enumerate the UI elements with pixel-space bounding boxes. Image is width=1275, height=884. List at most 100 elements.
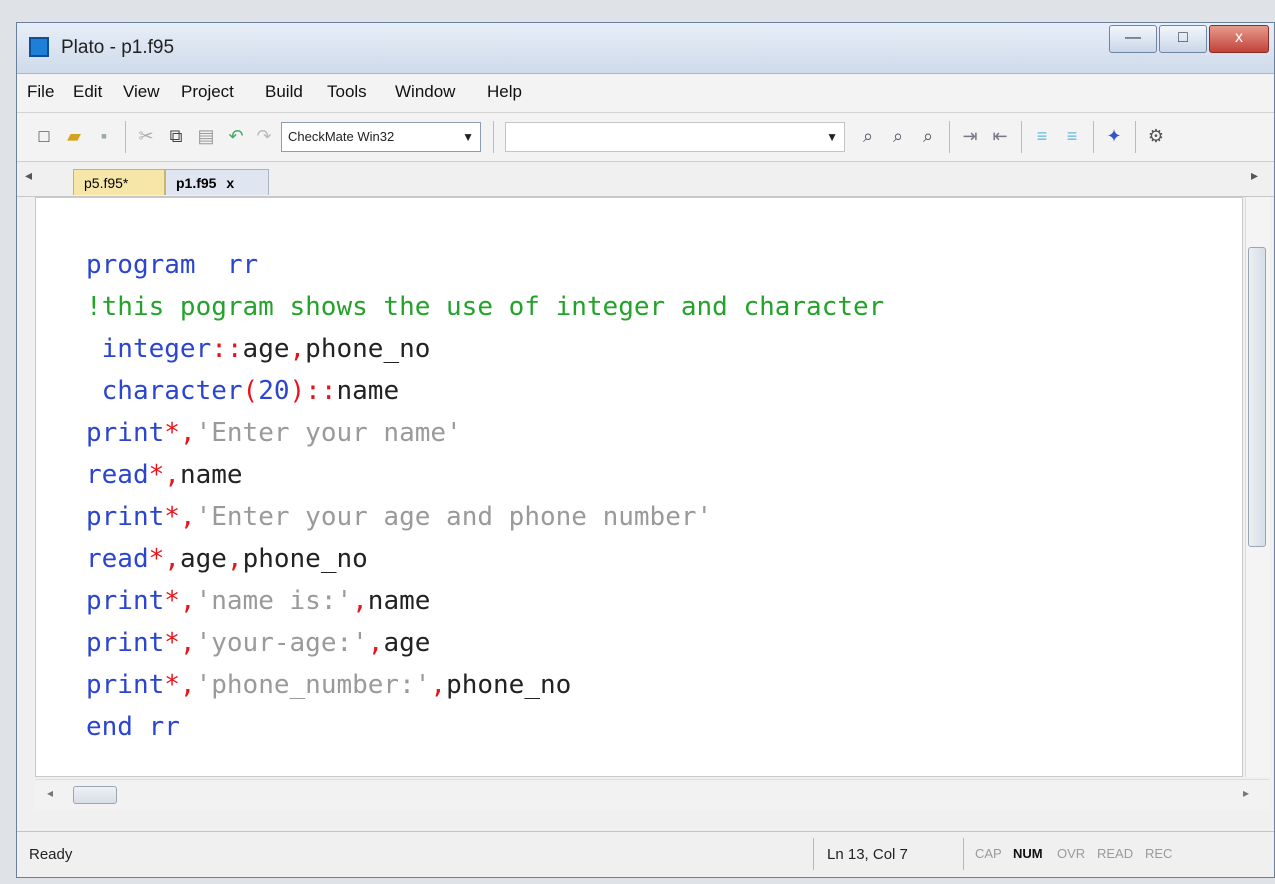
menu-edit[interactable]: Edit [73,82,102,102]
code-token: print [86,418,165,448]
code-token: read [86,460,149,490]
code-token: integer [86,334,212,364]
menu-build[interactable]: Build [265,82,303,102]
tab-bar: ◂ p5.f95* p1.f95 x ▸ [17,162,1274,197]
code-token: character [86,376,243,406]
code-line: read*,age,phone_no [86,538,884,580]
plato-window: Plato - p1.f95 — □ x File Edit View Proj… [16,22,1275,878]
code-line: end rr [86,706,884,748]
indent-icon[interactable]: ⇥ [957,123,983,149]
code-line: print*,'phone_number:',phone_no [86,664,884,706]
find-icon[interactable]: ⌕ [855,123,881,149]
code-token: , [367,628,384,658]
code-line: print*,'Enter your name' [86,412,884,454]
code-token: :: [305,376,337,406]
settings-icon[interactable]: ⚙ [1143,123,1169,149]
toolbar-separator [1021,121,1022,153]
code-token: 'Enter your age and phone number' [195,502,713,532]
find-next-icon[interactable]: ⌕ [885,123,911,149]
code-token: , [289,334,306,364]
code-token: *, [164,670,196,700]
menu-view[interactable]: View [123,82,160,102]
uncomment-icon[interactable]: ≡ [1059,123,1085,149]
code-line: !this pogram shows the use of integer an… [86,286,884,328]
code-token: 'Enter your name' [195,418,462,448]
code-token: *, [164,586,196,616]
code-token: 'name is:' [195,586,353,616]
code-token: print [86,628,165,658]
comment-icon[interactable]: ≡ [1029,123,1055,149]
horizontal-scroll-thumb[interactable] [73,786,117,804]
tab-close-icon[interactable]: x [226,175,234,191]
outdent-icon[interactable]: ⇤ [987,123,1013,149]
indicator-rec: REC [1145,846,1173,861]
tab-scroll-left-icon[interactable]: ◂ [25,167,32,184]
new-file-icon[interactable]: □ [31,123,57,149]
code-token: ( [242,376,259,406]
code-token: print [86,586,165,616]
menu-file[interactable]: File [27,82,54,102]
maximize-button[interactable]: □ [1159,25,1207,53]
cut-icon[interactable]: ✂ [133,123,159,149]
title-bar[interactable]: Plato - p1.f95 — □ x [17,23,1274,74]
configuration-select[interactable]: CheckMate Win32 ▼ [281,122,481,152]
menu-tools[interactable]: Tools [327,82,367,102]
search-combo[interactable]: ▼ [505,122,845,152]
code-token: *, [164,628,196,658]
code-token: name [179,460,243,490]
vertical-scrollbar[interactable] [1245,197,1270,777]
code-token: end rr [86,712,180,742]
toolbar-separator [1093,121,1094,153]
code-line: integer::age,phone_no [86,328,884,370]
code-token: !this pogram shows the use of integer an… [86,292,885,322]
minimize-button[interactable]: — [1109,25,1157,53]
horizontal-scrollbar[interactable]: ◂ ▸ [35,779,1269,810]
code-line: print*,'your-age:',age [86,622,884,664]
vertical-scroll-thumb[interactable] [1248,247,1266,547]
copy-icon[interactable]: ⧉ [163,123,189,149]
code-token: 'phone_number:' [195,670,431,700]
code-token: phone_no [242,544,368,574]
close-button[interactable]: x [1209,25,1269,53]
code-token: read [86,544,149,574]
code-editor[interactable]: program rr !this pogram shows the use of … [35,197,1243,777]
code-token: phone_no [305,334,431,364]
code-line: program rr [86,244,884,286]
scroll-left-icon[interactable]: ◂ [47,786,53,800]
window-title: Plato - p1.f95 [61,37,175,58]
menu-help[interactable]: Help [487,82,522,102]
tab-p1[interactable]: p1.f95 x [165,169,269,195]
indicator-ovr: OVR [1057,846,1086,861]
code-token: print [86,502,165,532]
replace-icon[interactable]: ⌕ [915,123,941,149]
tab-p5[interactable]: p5.f95* [73,169,165,195]
indicator-read: READ [1097,846,1134,861]
redo-icon[interactable]: ↷ [251,123,277,149]
code-token: *, [148,544,180,574]
toolbar-separator [493,121,494,153]
status-divider [813,838,814,870]
menu-window[interactable]: Window [395,82,455,102]
chevron-down-icon: ▼ [826,130,838,144]
bookmark-icon[interactable]: ✦ [1101,123,1127,149]
tab-scroll-right-icon[interactable]: ▸ [1251,167,1258,184]
code-token: , [430,670,447,700]
paste-icon[interactable]: ▤ [193,123,219,149]
code-lines: program rr !this pogram shows the use of … [86,244,884,748]
code-token: program [86,250,196,280]
app-icon [29,37,49,57]
indicator-num: NUM [1013,846,1043,861]
code-token: *, [164,418,196,448]
scroll-right-icon[interactable]: ▸ [1243,786,1249,800]
status-bar: Ready Ln 13, Col 7 CAP NUM OVR READ REC [17,831,1274,876]
code-line: print*,'name is:',name [86,580,884,622]
save-icon[interactable]: ▪ [91,123,117,149]
open-folder-icon[interactable]: ▰ [61,123,87,149]
chevron-down-icon: ▼ [462,130,474,144]
menu-project[interactable]: Project [181,82,234,102]
status-ready: Ready [29,846,73,863]
code-token: print [86,670,165,700]
undo-icon[interactable]: ↶ [223,123,249,149]
toolbar: □ ▰ ▪ ✂ ⧉ ▤ ↶ ↷ CheckMate Win32 ▼ ▼ ⌕ ⌕ … [17,113,1274,162]
code-token: , [352,586,368,616]
